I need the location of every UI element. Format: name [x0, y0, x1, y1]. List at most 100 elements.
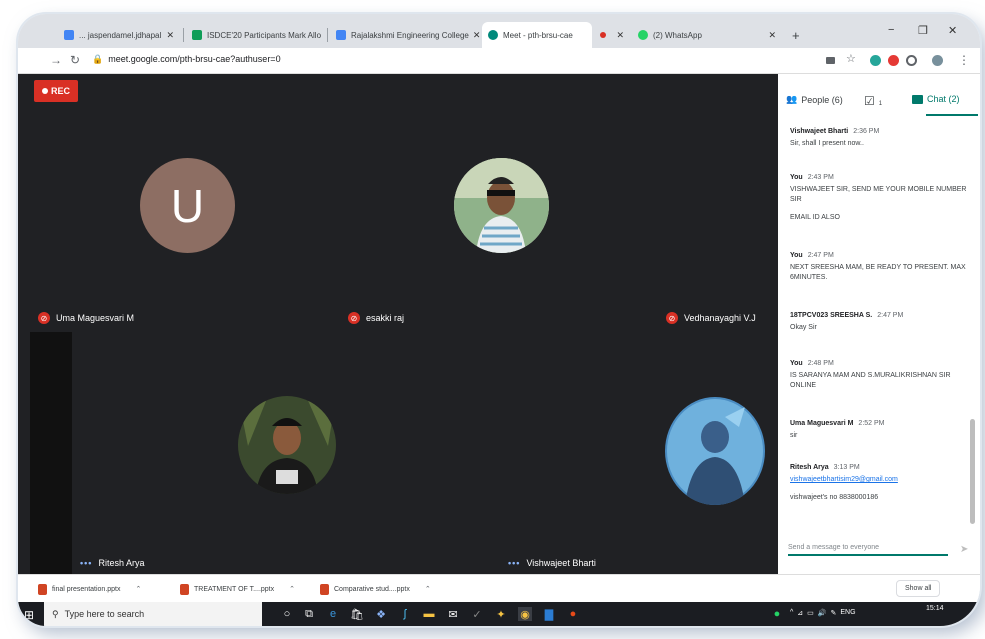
extension-icon[interactable]: [870, 55, 881, 66]
speaking-dots-icon: •••: [508, 558, 521, 568]
powerpoint-file-icon: [180, 583, 189, 595]
app-icon[interactable]: ʃ: [398, 607, 412, 621]
url-text: meet.google.com/pth-brsu-cae?authuser=0: [108, 54, 281, 64]
chrome-icon[interactable]: ◉: [518, 607, 532, 621]
chat-scrollbar[interactable]: [970, 419, 975, 524]
tab-label: Rajalakshmi Engineering College: [351, 30, 469, 40]
recording-badge: REC: [34, 80, 78, 102]
network-icon[interactable]: ⊿: [797, 609, 803, 617]
forward-icon[interactable]: →: [50, 53, 62, 67]
participant-name-tag: ⊘ Vedhanayaghi V.J: [666, 312, 756, 324]
powerpoint-file-icon: [320, 583, 329, 595]
edge-icon[interactable]: e: [326, 607, 340, 621]
video-tile-edge: [30, 332, 72, 574]
participant-name-tag: ••• Vishwajeet Bharti: [508, 558, 596, 568]
downloads-bar: final presentation.pptx ⌃ TREATMENT OF T…: [18, 574, 980, 602]
tab-label: Meet - pth-brsu-cae: [503, 30, 573, 40]
app-icon[interactable]: ●: [566, 607, 580, 621]
speaking-dots-icon: •••: [80, 558, 93, 568]
chat-bubble-icon: [912, 94, 923, 104]
profile-avatar-icon[interactable]: [932, 55, 943, 66]
menu-kebab-icon[interactable]: ⋮: [958, 53, 970, 67]
download-item[interactable]: TREATMENT OF T....pptx ⌃: [180, 581, 295, 597]
mic-off-icon: ⊘: [348, 312, 360, 324]
show-all-button[interactable]: Show all: [896, 580, 941, 597]
clock[interactable]: 15:14: [926, 605, 944, 612]
restore-icon[interactable]: ❐: [918, 24, 928, 37]
meet-favicon-icon: [488, 30, 498, 40]
system-tray: ^ ⊿ ▭ 🔊 ✎ ENG: [790, 609, 856, 617]
whatsapp-icon[interactable]: ●: [770, 607, 784, 621]
reload-icon[interactable]: ↻: [70, 53, 80, 67]
close-icon[interactable]: ✕: [612, 30, 624, 41]
tab-favicon-icon: [336, 30, 346, 40]
search-icon: ⚲: [52, 608, 59, 619]
extension-icon[interactable]: [906, 55, 917, 66]
download-item[interactable]: final presentation.pptx ⌃: [38, 581, 141, 597]
chat-message-input[interactable]: Send a message to everyone: [788, 544, 948, 556]
mic-off-icon: ⊘: [38, 312, 50, 324]
url-field[interactable]: 🔒 meet.google.com/pth-brsu-cae?authuser=0: [92, 54, 281, 65]
screenshot-frame: ... jaspendamel.jdhapal ✕ ISDCE'20 Parti…: [18, 14, 980, 626]
participant-photo: [665, 397, 765, 505]
browser-tab[interactable]: (2) WhatsApp ✕: [632, 22, 782, 48]
tab-chat[interactable]: Chat (2): [912, 94, 960, 104]
minimize-icon[interactable]: −: [888, 24, 894, 36]
close-icon[interactable]: ✕: [469, 30, 480, 41]
meet-video-grid: REC U ⊘ Uma Maguesvari M ⊘ esakki raj ⊘ …: [18, 74, 778, 574]
lock-icon: 🔒: [92, 54, 104, 64]
app-icon[interactable]: ✓: [470, 607, 484, 621]
store-icon[interactable]: 🛍: [350, 607, 364, 621]
checklist-icon: ☑: [864, 94, 875, 108]
browser-tab[interactable]: Rajalakshmi Engineering College ✕: [330, 22, 480, 48]
browser-tab[interactable]: ✕: [594, 22, 630, 48]
battery-icon[interactable]: ▭: [807, 609, 814, 617]
chevron-up-icon[interactable]: ^: [790, 609, 793, 617]
star-icon[interactable]: ☆: [846, 52, 857, 65]
whatsapp-favicon-icon: [638, 30, 648, 40]
task-view-icon[interactable]: ⧉: [302, 607, 316, 621]
chat-message: 18TPCV023 SREESHA S. 2:47 PM Okay Sir: [790, 312, 904, 331]
file-explorer-icon[interactable]: ▬: [422, 607, 436, 621]
chevron-up-icon[interactable]: ⌃: [136, 585, 142, 593]
browser-tab[interactable]: ... jaspendamel.jdhapal ✕: [58, 22, 180, 48]
word-icon[interactable]: ▇: [542, 607, 556, 621]
close-icon[interactable]: ✕: [764, 30, 776, 41]
language-indicator[interactable]: ENG: [840, 609, 855, 617]
chevron-up-icon[interactable]: ⌃: [425, 585, 431, 593]
mail-icon[interactable]: ✉: [446, 607, 460, 621]
new-tab-button[interactable]: +: [786, 22, 806, 48]
download-item[interactable]: Comparative stud....pptx ⌃: [320, 581, 431, 597]
tab-people[interactable]: 👥 People (6): [786, 94, 843, 105]
tab-label: ISDCE'20 Participants Mark Allo: [207, 30, 322, 40]
windows-start-icon[interactable]: ⊞: [24, 608, 34, 622]
send-icon[interactable]: ➤: [960, 544, 968, 555]
close-icon[interactable]: ✕: [162, 30, 174, 41]
close-icon[interactable]: ✕: [321, 30, 324, 41]
participant-name-tag: ••• Ritesh Arya: [80, 558, 145, 568]
tab-label: (2) WhatsApp: [653, 30, 702, 40]
tab-favicon-icon: [192, 30, 202, 40]
dropbox-icon[interactable]: ❖: [374, 607, 388, 621]
window-close-icon[interactable]: ✕: [948, 24, 957, 37]
windows-taskbar: ⊞ ⚲ Type here to search ○ ⧉ e 🛍 ❖ ʃ ▬ ✉ …: [18, 602, 980, 626]
browser-tab-bar: ... jaspendamel.jdhapal ✕ ISDCE'20 Parti…: [18, 14, 980, 48]
participant-photo: [238, 396, 336, 494]
tab-tasks[interactable]: ☑ 1: [864, 94, 882, 108]
volume-icon[interactable]: 🔊: [818, 609, 827, 617]
recording-dot-icon: [600, 32, 606, 38]
cortana-icon[interactable]: ○: [280, 607, 294, 621]
browser-tab[interactable]: ISDCE'20 Participants Mark Allo ✕: [186, 22, 324, 48]
chat-message: Vishwajeet Bharti 2:36 PM Sir, shall I pr…: [790, 128, 880, 147]
participant-avatar: U: [140, 158, 235, 253]
extension-icon[interactable]: [888, 55, 899, 66]
browser-tab-active[interactable]: Meet - pth-brsu-cae: [482, 22, 592, 48]
powerpoint-file-icon: [38, 583, 47, 595]
taskbar-search[interactable]: ⚲ Type here to search: [44, 602, 262, 626]
camera-icon[interactable]: [826, 57, 835, 64]
chevron-up-icon[interactable]: ⌃: [289, 585, 295, 593]
chat-message: You 2:43 PM VISHWAJEET SIR, SEND ME YOUR …: [790, 174, 967, 221]
email-link[interactable]: vishwajeetbhartisim29@gmail.com: [790, 475, 968, 485]
app-icon[interactable]: ✦: [494, 607, 508, 621]
pen-icon[interactable]: ✎: [831, 609, 837, 617]
